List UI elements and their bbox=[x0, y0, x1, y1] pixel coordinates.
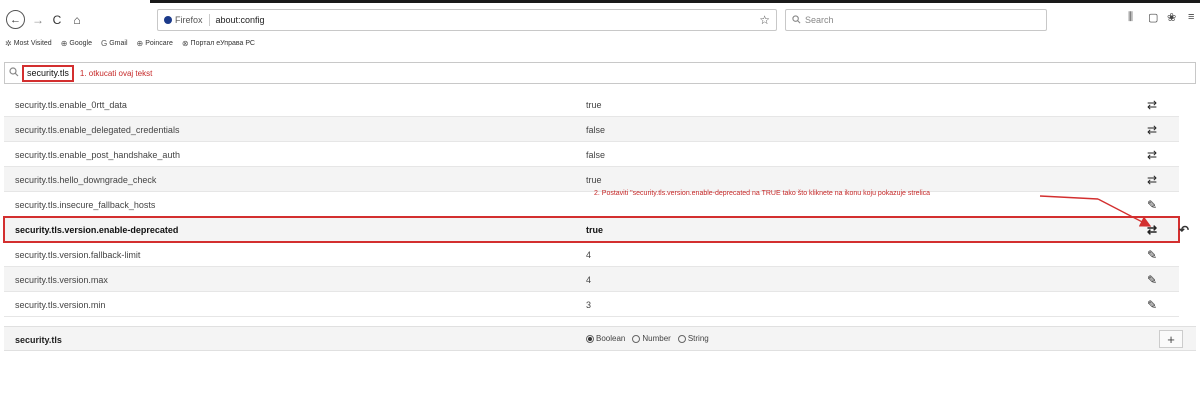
edit-pencil-icon[interactable]: ✎ bbox=[1139, 196, 1165, 213]
bookmark-most-visited[interactable]: ✲ Most Visited bbox=[5, 39, 52, 48]
forward-arrow-icon: → bbox=[32, 12, 44, 27]
bookmark-label: Poincare bbox=[145, 39, 173, 47]
bookmark-label: Most Visited bbox=[13, 39, 52, 47]
radio-string[interactable]: String bbox=[677, 334, 709, 343]
bookmark-label: Портал еУправа РС bbox=[190, 39, 255, 47]
google-g-icon: G bbox=[100, 38, 108, 48]
radio-label: Boolean bbox=[596, 334, 626, 343]
reload-icon: C bbox=[52, 12, 62, 27]
bookmark-gmail[interactable]: G Gmail bbox=[101, 39, 128, 48]
pref-name: security.tls.enable_post_handshake_auth bbox=[15, 150, 180, 160]
bookmark-google[interactable]: ⊕ Google bbox=[61, 39, 92, 48]
portal-logo-icon: ⊗ bbox=[181, 38, 189, 48]
pref-value: true bbox=[586, 100, 602, 110]
pref-value: 4 bbox=[586, 250, 592, 260]
toggle-icon[interactable]: ⇄ bbox=[1139, 146, 1165, 163]
pref-row[interactable]: security.tls.version.fallback-limit 4 ✎ bbox=[4, 242, 1179, 267]
edit-pencil-icon[interactable]: ✎ bbox=[1139, 296, 1165, 313]
menu-icon[interactable]: ≡ bbox=[1188, 11, 1194, 23]
edit-pencil-icon[interactable]: ✎ bbox=[1139, 271, 1165, 288]
pref-row-highlighted[interactable]: security.tls.version.enable-deprecated t… bbox=[3, 216, 1189, 243]
browser-toolbar: ← → C ⌂ Firefox about:config ☆ Search ⫼ … bbox=[0, 7, 1200, 33]
pref-row[interactable]: security.tls.enable_0rtt_data true ⇄ bbox=[4, 92, 1179, 117]
home-icon: ⌂ bbox=[73, 12, 81, 27]
pref-type-radio-group: Boolean Number String bbox=[586, 334, 709, 343]
pref-name: security.tls.hello_downgrade_check bbox=[15, 175, 157, 185]
radio-boolean[interactable]: Boolean bbox=[586, 334, 625, 343]
firefox-icon bbox=[164, 16, 172, 24]
pref-name: security.tls.enable_delegated_credential… bbox=[15, 125, 180, 135]
config-search-value[interactable]: security.tls bbox=[22, 64, 74, 82]
back-arrow-icon: ← bbox=[10, 13, 21, 26]
radio-number[interactable]: Number bbox=[632, 334, 671, 343]
toggle-icon[interactable]: ⇄ bbox=[1139, 121, 1165, 138]
bookmarks-toolbar: ✲ Most Visited ⊕ Google G Gmail ⊕ Poincare ⊗… bbox=[5, 36, 255, 50]
toggle-icon[interactable]: ⇄ bbox=[1139, 171, 1165, 188]
pref-row[interactable]: security.tls.version.max 4 ✎ bbox=[4, 267, 1179, 292]
pref-name: security.tls.insecure_fallback_hosts bbox=[15, 200, 156, 210]
pref-name: security.tls.enable_0rtt_data bbox=[15, 100, 127, 110]
library-icon[interactable]: ⫼ bbox=[1128, 11, 1133, 24]
pref-name: security.tls.version.min bbox=[15, 300, 106, 310]
sidebar-icon[interactable]: ▢ bbox=[1148, 11, 1158, 24]
extension-icon[interactable]: ❀ bbox=[1167, 11, 1176, 24]
annotation-step-1: 1. otkucati ovaj tekst bbox=[79, 68, 153, 78]
radio-empty-icon bbox=[632, 334, 641, 343]
home-button[interactable]: ⌂ bbox=[68, 10, 86, 29]
plus-icon: + bbox=[1167, 331, 1175, 347]
pref-row[interactable]: security.tls.enable_delegated_credential… bbox=[4, 117, 1179, 142]
about-config-page: ← → C ⌂ Firefox about:config ☆ Search ⫼ … bbox=[0, 0, 1200, 408]
pref-row[interactable]: security.tls.version.min 3 ✎ bbox=[4, 292, 1179, 317]
back-button[interactable]: ← bbox=[6, 10, 25, 29]
forward-button[interactable]: → bbox=[30, 10, 46, 29]
pref-value: 3 bbox=[586, 300, 592, 310]
bookmark-poincare[interactable]: ⊕ Poincare bbox=[137, 39, 173, 48]
radio-label: String bbox=[687, 334, 709, 343]
pref-value: false bbox=[586, 150, 606, 160]
pref-name: security.tls.version.fallback-limit bbox=[15, 250, 141, 260]
bookmark-label: Google bbox=[69, 39, 92, 47]
pref-row[interactable]: security.tls.insecure_fallback_hosts ✎ bbox=[4, 192, 1179, 217]
search-icon bbox=[9, 66, 19, 80]
pref-row[interactable]: security.tls.enable_post_handshake_auth … bbox=[4, 142, 1179, 167]
pref-value: 4 bbox=[586, 275, 592, 285]
pref-row[interactable]: security.tls.hello_downgrade_check true … bbox=[4, 167, 1179, 192]
new-pref-name: security.tls bbox=[15, 335, 62, 345]
radio-selected-icon bbox=[586, 334, 594, 343]
url-text[interactable]: about:config bbox=[216, 15, 265, 25]
annotation-step-2: 2. Postaviti "security.tls.version.enabl… bbox=[594, 190, 931, 197]
pref-list: security.tls.enable_0rtt_data true ⇄ sec… bbox=[3, 92, 1189, 317]
identity-label: Firefox bbox=[175, 15, 203, 25]
add-pref-row: security.tls Boolean Number String + bbox=[4, 326, 1196, 351]
reset-icon[interactable]: ↶ bbox=[1174, 221, 1194, 238]
pref-name: security.tls.version.enable-deprecated bbox=[15, 225, 179, 235]
reload-button[interactable]: C bbox=[49, 10, 65, 29]
pref-value: true bbox=[586, 225, 604, 235]
add-pref-button[interactable]: + bbox=[1159, 330, 1183, 348]
globe-icon: ⊕ bbox=[60, 38, 68, 48]
pref-value: true bbox=[586, 175, 602, 185]
search-icon bbox=[792, 14, 801, 26]
url-separator bbox=[208, 14, 210, 26]
radio-empty-icon bbox=[677, 334, 686, 343]
window-top-edge bbox=[150, 0, 1200, 3]
search-bar[interactable]: Search bbox=[785, 9, 1047, 31]
radio-label: Number bbox=[642, 334, 671, 343]
edit-pencil-icon[interactable]: ✎ bbox=[1139, 246, 1165, 263]
identity-box[interactable]: Firefox bbox=[164, 15, 203, 25]
pref-name: security.tls.version.max bbox=[15, 275, 108, 285]
toggle-icon[interactable]: ⇄ bbox=[1139, 96, 1165, 113]
gear-icon: ✲ bbox=[5, 38, 12, 48]
toggle-icon[interactable]: ⇄ bbox=[1139, 221, 1165, 238]
bookmark-star-icon[interactable]: ☆ bbox=[759, 13, 770, 27]
config-search-field[interactable]: security.tls 1. otkucati ovaj tekst bbox=[4, 62, 1196, 84]
globe-icon: ⊕ bbox=[136, 38, 144, 48]
search-placeholder: Search bbox=[805, 15, 834, 25]
bookmark-portal-euprava[interactable]: ⊗ Портал еУправа РС bbox=[182, 39, 255, 48]
pref-value: false bbox=[586, 125, 606, 135]
bookmark-label: Gmail bbox=[109, 39, 128, 47]
url-bar[interactable]: Firefox about:config ☆ bbox=[157, 9, 777, 31]
